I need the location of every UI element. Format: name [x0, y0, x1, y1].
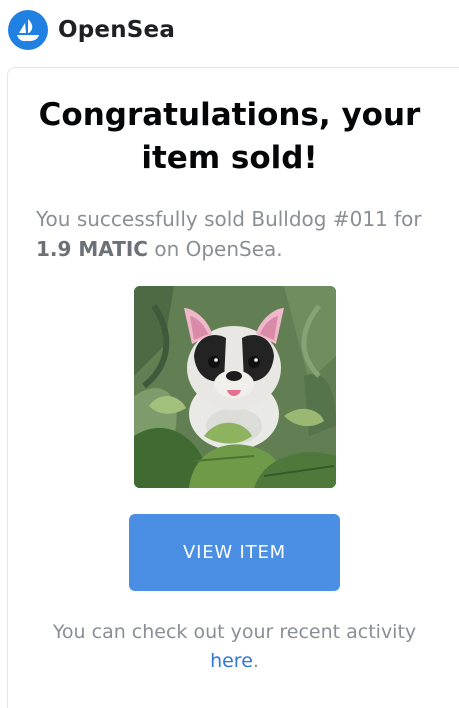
headline-line-1: Congratulations, your: [38, 97, 421, 133]
view-item-button[interactable]: VIEW ITEM: [129, 514, 340, 591]
footer-note: You can check out your recent activity h…: [0, 618, 459, 676]
headline-line-2: item sold!: [141, 140, 318, 176]
opensea-boat-icon: [8, 10, 48, 50]
description-suffix: on OpenSea.: [154, 237, 283, 261]
sale-description: You successfully sold Bulldog #011 for 1…: [36, 204, 436, 264]
footer-suffix: .: [252, 650, 259, 672]
brand-name: OpenSea: [58, 17, 176, 43]
bulldog-artwork: [134, 286, 336, 488]
brand-logo[interactable]: OpenSea: [8, 10, 175, 50]
sale-price: 1.9 MATIC: [36, 237, 148, 261]
footer-prefix: You can check out your recent activity: [52, 621, 417, 643]
page-title: Congratulations, your item sold!: [0, 94, 459, 180]
description-prefix: You successfully sold Bulldog #011 for: [36, 207, 422, 231]
activity-link[interactable]: here: [210, 650, 253, 672]
nft-image[interactable]: [134, 286, 336, 488]
email-header: OpenSea: [0, 0, 459, 60]
